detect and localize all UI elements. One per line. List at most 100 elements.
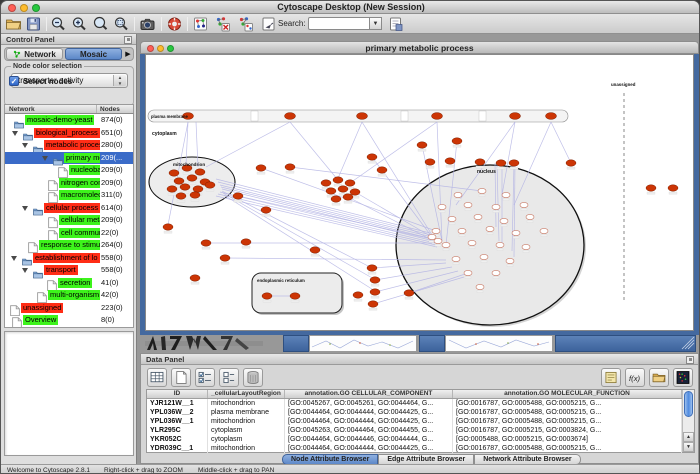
network-tree-row[interactable]: multi-organism pro42(0) bbox=[5, 289, 133, 302]
network-tree-row[interactable]: biological_process651(0) bbox=[5, 127, 133, 140]
network-tree-row[interactable]: nitrogen compo209(0) bbox=[5, 177, 133, 190]
table-row[interactable]: YDR039C__1mitochondrion[GO:0044464, GO:0… bbox=[147, 444, 694, 453]
table-cell[interactable]: [GO:0044464, GO:0044444, GO:0044425, G..… bbox=[285, 444, 453, 453]
col-header-id[interactable]: ID bbox=[147, 390, 208, 398]
table-cell[interactable]: [GO:0016787, GO:0005488, GO:0005215, G..… bbox=[453, 399, 682, 408]
snapshot-icon[interactable] bbox=[139, 16, 156, 32]
zoom-view-button[interactable] bbox=[167, 45, 174, 52]
table-cell[interactable]: YKR052C bbox=[147, 435, 208, 444]
tree-node-label[interactable]: primary metabo bbox=[64, 153, 100, 163]
tree-node-label[interactable]: response to stimulu bbox=[39, 240, 100, 250]
table-cell[interactable]: [GO:0016787, GO:0005488, GO:0005215, G..… bbox=[453, 444, 682, 453]
tree-node-label[interactable]: secretion bbox=[58, 278, 92, 288]
table-cell[interactable]: [GO:0016787, GO:0005488, GO:0005215, G..… bbox=[453, 408, 682, 417]
function-builder-button[interactable]: f(x) bbox=[625, 368, 645, 387]
label-notes-button[interactable] bbox=[601, 368, 621, 387]
network-tree-row[interactable]: unassigned223(0) bbox=[5, 302, 133, 315]
table-row[interactable]: YLR295Ccytoplasm[GO:0045263, GO:0044464,… bbox=[147, 426, 694, 435]
tree-node-label[interactable]: biological_process bbox=[34, 128, 100, 138]
table-row[interactable]: YPL036W__2plasma membrane[GO:0044464, GO… bbox=[147, 408, 694, 417]
table-cell[interactable]: mitochondrion bbox=[208, 399, 285, 408]
table-cell[interactable]: [GO:0016787, GO:0005488, GO:0005215, G..… bbox=[453, 417, 682, 426]
close-view-button[interactable] bbox=[147, 45, 154, 52]
destroy-network-icon[interactable] bbox=[214, 16, 231, 32]
attribute-grid-button[interactable] bbox=[147, 368, 167, 387]
table-cell[interactable]: [GO:0045263, GO:0044464, GO:0044455, G..… bbox=[285, 426, 453, 435]
table-cell[interactable]: [GO:0005488, GO:0005215, GO:0003674] bbox=[453, 435, 682, 444]
network-tree-row[interactable]: metabolic process280(0) bbox=[5, 139, 133, 152]
import-attributes-icon[interactable] bbox=[387, 16, 404, 32]
unselect-attributes-button[interactable] bbox=[219, 368, 239, 387]
tree-node-label[interactable]: metabolic process bbox=[44, 140, 100, 150]
table-cell[interactable]: YPL036W__2 bbox=[147, 408, 208, 417]
tree-node-label[interactable]: nitrogen compo bbox=[59, 178, 100, 188]
tab-overflow-arrow[interactable]: ▶ bbox=[123, 50, 133, 58]
network-tree-row[interactable]: mosaic-demo-yeast874(0) bbox=[5, 114, 133, 127]
scroll-down-icon[interactable]: ▼ bbox=[683, 442, 694, 452]
tree-node-label[interactable]: transport bbox=[44, 265, 78, 275]
table-scrollbar[interactable]: ▲ ▼ bbox=[682, 390, 694, 452]
tree-node-label[interactable]: nucleobase- bbox=[69, 165, 100, 175]
table-row[interactable]: YJR121W__1mitochondrion[GO:0045267, GO:0… bbox=[147, 399, 694, 408]
tree-node-label[interactable]: cellular process bbox=[44, 203, 100, 213]
create-network-view-icon[interactable] bbox=[192, 16, 209, 32]
minimize-view-button[interactable] bbox=[157, 45, 164, 52]
import-table-button[interactable] bbox=[649, 368, 669, 387]
table-cell[interactable]: cytoplasm bbox=[208, 435, 285, 444]
table-cell[interactable]: cytoplasm bbox=[208, 426, 285, 435]
network-tree-row[interactable]: establishment of lo558(0) bbox=[5, 252, 133, 265]
tree-node-label[interactable]: unassigned bbox=[21, 303, 63, 313]
float-panel-icon[interactable] bbox=[686, 356, 694, 364]
col-header-region[interactable]: _cellularLayoutRegion bbox=[208, 390, 285, 398]
col-header-cellular-component[interactable]: annotation.GO CELLULAR_COMPONENT bbox=[285, 390, 453, 398]
table-row[interactable]: YKR052Ccytoplasm[GO:0044464, GO:0044446,… bbox=[147, 435, 694, 444]
table-cell[interactable]: mitochondrion bbox=[208, 444, 285, 453]
minimize-window-button[interactable] bbox=[20, 4, 28, 12]
scrollbar-thumb[interactable] bbox=[684, 391, 693, 417]
network-tree-row[interactable]: primary metabo209(... bbox=[5, 152, 133, 165]
tree-expander-icon[interactable] bbox=[11, 256, 17, 261]
tab-network[interactable]: Network bbox=[6, 48, 63, 60]
float-panel-icon[interactable] bbox=[124, 36, 132, 44]
tree-node-label[interactable]: establishment of lo bbox=[33, 253, 100, 263]
tree-node-label[interactable]: Overview bbox=[23, 315, 58, 325]
tree-node-label[interactable]: macromolecule bbox=[59, 190, 100, 200]
network-canvas[interactable]: plasma membranecytoplasmmitochondrionnuc… bbox=[145, 54, 694, 331]
search-input[interactable] bbox=[308, 17, 370, 30]
table-cell[interactable]: [GO:0016787, GO:0005215, GO:0003824, G..… bbox=[453, 426, 682, 435]
table-cell[interactable]: plasma membrane bbox=[208, 408, 285, 417]
network-tree-row[interactable]: response to stimulu264(0) bbox=[5, 239, 133, 252]
select-attributes-button[interactable] bbox=[195, 368, 215, 387]
tree-expander-icon[interactable] bbox=[42, 156, 48, 161]
destroy-network-view-icon[interactable] bbox=[237, 16, 254, 32]
table-cell[interactable]: [GO:0044464, GO:0044446, GO:0044444, G..… bbox=[285, 435, 453, 444]
tree-node-label[interactable]: cellular metabo bbox=[59, 215, 100, 225]
table-cell[interactable]: mitochondrion bbox=[208, 417, 285, 426]
table-cell[interactable]: [GO:0044464, GO:0044444, GO:0044425, G..… bbox=[285, 408, 453, 417]
table-cell[interactable]: [GO:0044464, GO:0044444, GO:0044425, G..… bbox=[285, 417, 453, 426]
tab-mosaic[interactable]: Mosaic bbox=[65, 48, 122, 60]
network-tree-row[interactable]: cellular process614(0) bbox=[5, 202, 133, 215]
select-nodes-checkbox[interactable]: ✓ bbox=[9, 76, 19, 86]
network-tree-row[interactable]: Overview8(0) bbox=[5, 314, 133, 327]
matrix-view-button[interactable] bbox=[673, 368, 693, 387]
table-cell[interactable]: YLR295C bbox=[147, 426, 208, 435]
tree-expander-icon[interactable] bbox=[22, 206, 28, 211]
network-tree-row[interactable]: macromolecule311(0) bbox=[5, 189, 133, 202]
network-tree-row[interactable]: nucleobase-209(0) bbox=[5, 164, 133, 177]
delete-attribute-button[interactable] bbox=[243, 368, 263, 387]
tree-node-label[interactable]: cell communicat bbox=[59, 228, 100, 238]
tree-col-network[interactable]: Network bbox=[5, 105, 97, 113]
search-dropdown-arrow[interactable]: ▼ bbox=[370, 17, 382, 30]
table-cell[interactable]: YPL036W__1 bbox=[147, 417, 208, 426]
zoom-window-button[interactable] bbox=[32, 4, 40, 12]
tree-expander-icon[interactable] bbox=[22, 143, 28, 148]
birdseye-view-panel[interactable] bbox=[4, 331, 134, 456]
zoom-selected-icon[interactable] bbox=[113, 16, 130, 32]
new-attribute-button[interactable] bbox=[171, 368, 191, 387]
help-icon[interactable] bbox=[166, 16, 183, 32]
tree-col-nodes[interactable]: Nodes bbox=[97, 105, 120, 113]
scroll-up-icon[interactable]: ▲ bbox=[683, 432, 694, 442]
table-cell[interactable]: YJR121W__1 bbox=[147, 399, 208, 408]
tree-expander-icon[interactable] bbox=[12, 131, 18, 136]
